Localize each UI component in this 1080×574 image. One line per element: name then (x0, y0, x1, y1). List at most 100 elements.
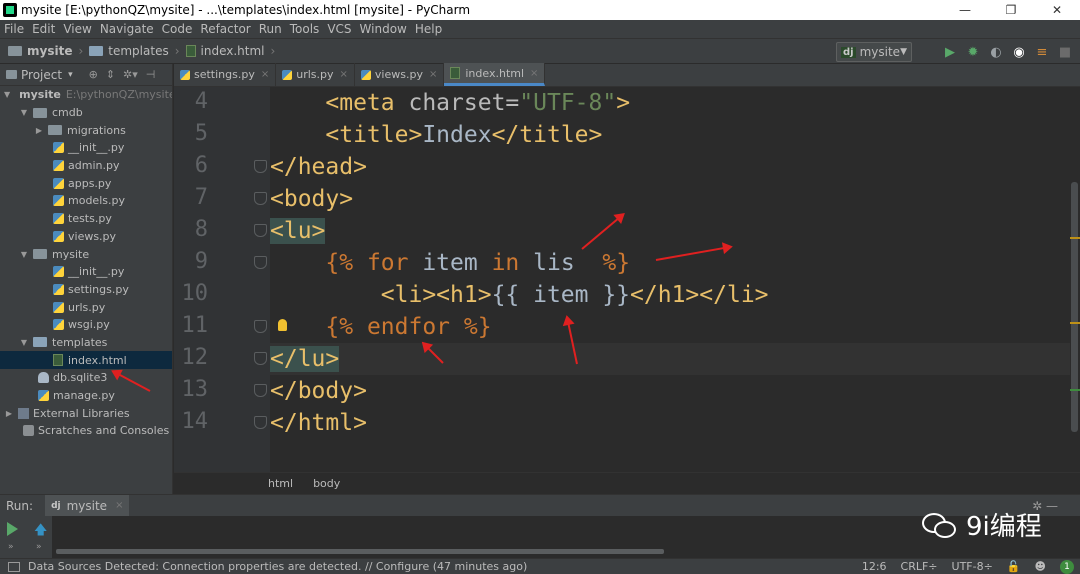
chevron-down-icon[interactable]: ▾ (68, 70, 73, 80)
menu-item-file[interactable]: File (0, 22, 28, 36)
tool-windows-icon[interactable] (8, 561, 20, 572)
fold-marker-icon[interactable] (254, 416, 267, 429)
stop-icon[interactable]: ■ (1058, 45, 1072, 60)
code-line[interactable]: <body> (270, 183, 353, 215)
tree-item[interactable]: models.py (0, 192, 172, 210)
code-line[interactable]: </head> (270, 151, 367, 183)
build-icon[interactable]: ≡ (1035, 45, 1049, 60)
tree-item[interactable]: tests.py (0, 210, 172, 228)
collapsed-arrow-icon[interactable]: ▶ (34, 126, 44, 135)
breadcrumb-file[interactable]: index.html (201, 44, 265, 58)
scrollbar-thumb[interactable] (1071, 182, 1078, 432)
close-icon[interactable]: × (261, 69, 269, 80)
fold-marker-icon[interactable] (254, 352, 267, 365)
tree-item[interactable]: ▼ mysite E:\pythonQZ\mysite (0, 86, 172, 104)
editor-tab[interactable]: views.py × (355, 63, 445, 86)
code-line[interactable]: <title>Index</title> (270, 119, 602, 151)
code-line[interactable]: {% endfor %} (270, 311, 491, 343)
menu-item-refactor[interactable]: Refactor (196, 22, 254, 36)
editor-breadcrumb-item[interactable]: html (268, 477, 293, 490)
editor-tab[interactable]: settings.py × (174, 63, 277, 86)
code-line[interactable]: <lu> (270, 215, 326, 247)
line-separator[interactable]: CRLF÷ (901, 560, 938, 573)
code-line[interactable]: </lu> (270, 343, 1080, 375)
tree-item[interactable]: settings.py (0, 281, 172, 299)
menu-item-run[interactable]: Run (255, 22, 286, 36)
hide-pane-icon[interactable]: ⊣ (146, 68, 156, 81)
run-tab-mysite[interactable]: dj mysite × (45, 494, 130, 517)
tree-item[interactable]: ▼ cmdb (0, 104, 172, 122)
tree-item[interactable]: views.py (0, 228, 172, 246)
close-button[interactable]: ✕ (1034, 0, 1080, 20)
tree-item[interactable]: apps.py (0, 174, 172, 192)
expanded-arrow-icon[interactable]: ▼ (19, 108, 29, 117)
code-line[interactable]: <meta charset="UTF-8"> (270, 87, 630, 119)
fold-marker-icon[interactable] (254, 224, 267, 237)
console-horizontal-scrollbar[interactable] (56, 549, 664, 554)
fold-marker-icon[interactable] (254, 320, 267, 333)
menu-item-tools[interactable]: Tools (286, 22, 324, 36)
tree-item[interactable]: ▼ mysite (0, 245, 172, 263)
breadcrumb-folder[interactable]: templates (108, 44, 168, 58)
editor-tab[interactable]: urls.py × (276, 63, 355, 86)
tree-item[interactable]: ▶ External Libraries (0, 404, 172, 422)
minimize-button[interactable]: — (942, 0, 988, 20)
code-area[interactable]: <meta charset="UTF-8"> <title>Index</tit… (270, 87, 1080, 472)
caret-position[interactable]: 12:6 (862, 560, 887, 573)
menu-item-window[interactable]: Window (356, 22, 411, 36)
tree-item[interactable]: index.html (0, 351, 172, 369)
collapse-all-icon[interactable]: ⇕ (106, 68, 115, 81)
inspector-icon[interactable]: ☻ (1035, 560, 1046, 573)
menu-item-help[interactable]: Help (411, 22, 446, 36)
code-line[interactable]: {% for item in lis %} (270, 247, 630, 279)
tree-item[interactable]: urls.py (0, 298, 172, 316)
close-icon[interactable]: × (115, 500, 123, 511)
expand-icon[interactable]: » (8, 542, 14, 552)
tree-item[interactable]: ▼ templates (0, 334, 172, 352)
settings-gear-icon[interactable]: ✲▾ (123, 68, 138, 81)
collapsed-arrow-icon[interactable]: ▶ (4, 409, 14, 418)
tree-item[interactable]: ▶ migrations (0, 121, 172, 139)
editor-tab[interactable]: index.html × (444, 63, 546, 86)
tree-item[interactable]: wsgi.py (0, 316, 172, 334)
breadcrumb-project[interactable]: mysite (27, 44, 72, 58)
close-icon[interactable]: × (429, 69, 437, 80)
coverage-icon[interactable]: ◐ (989, 45, 1003, 60)
fold-marker-icon[interactable] (254, 256, 267, 269)
profile-icon[interactable]: ◉ (1012, 45, 1026, 60)
rerun-icon[interactable] (7, 522, 18, 536)
status-message[interactable]: Data Sources Detected: Connection proper… (28, 560, 527, 573)
menu-item-code[interactable]: Code (158, 22, 197, 36)
project-view-select[interactable]: Project (21, 68, 62, 82)
menu-item-edit[interactable]: Edit (28, 22, 59, 36)
code-line[interactable]: </html> (270, 407, 367, 439)
file-encoding[interactable]: UTF-8÷ (952, 560, 993, 573)
run-configuration-select[interactable]: dj mysite ▼ (836, 42, 912, 62)
menu-item-vcs[interactable]: VCS (323, 22, 355, 36)
menu-item-navigate[interactable]: Navigate (96, 22, 158, 36)
maximize-button[interactable]: ❐ (988, 0, 1034, 20)
warning-marker[interactable] (1070, 322, 1080, 324)
expanded-arrow-icon[interactable]: ▼ (19, 250, 29, 259)
tree-item[interactable]: db.sqlite3 (0, 369, 172, 387)
scroll-up-icon[interactable]: 🡅 (34, 521, 47, 543)
code-line[interactable]: </body> (270, 375, 367, 407)
fold-marker-icon[interactable] (254, 160, 267, 173)
code-line[interactable]: <li><h1>{{ item }}</h1></li> (270, 279, 769, 311)
expand-icon[interactable]: » (36, 542, 42, 552)
fold-marker-icon[interactable] (254, 384, 267, 397)
close-icon[interactable]: × (530, 68, 538, 79)
run-icon[interactable]: ▶ (943, 45, 957, 60)
notifications-badge[interactable]: 1 (1060, 559, 1074, 574)
menu-item-view[interactable]: View (59, 22, 95, 36)
editor-vertical-scrollbar[interactable] (1070, 87, 1080, 472)
debug-icon[interactable]: ✹ (966, 45, 980, 60)
expanded-arrow-icon[interactable]: ▼ (19, 338, 29, 347)
change-marker[interactable] (1070, 389, 1080, 391)
expanded-arrow-icon[interactable]: ▼ (4, 90, 10, 99)
tree-item[interactable]: __init__.py (0, 139, 172, 157)
warning-marker[interactable] (1070, 237, 1080, 239)
fold-marker-icon[interactable] (254, 192, 267, 205)
lock-icon[interactable]: 🔓 (1007, 560, 1021, 573)
tree-item[interactable]: Scratches and Consoles (0, 422, 172, 440)
